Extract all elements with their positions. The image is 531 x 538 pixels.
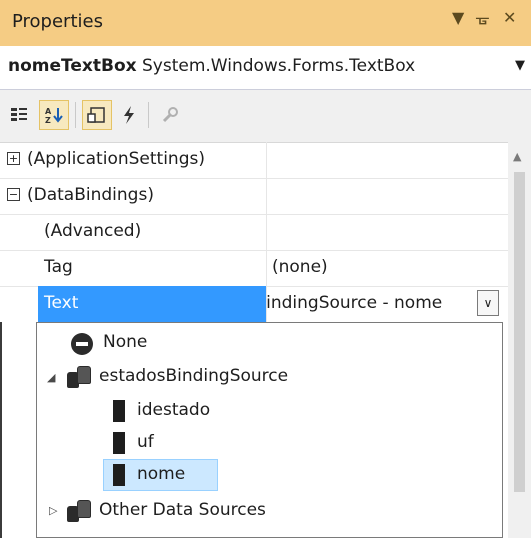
field-icon: [113, 432, 125, 454]
property-grid: + (ApplicationSettings) − (DataBindings)…: [0, 142, 508, 322]
svg-text:Z: Z: [45, 116, 51, 125]
property-value[interactable]: (none): [272, 257, 328, 277]
svg-text:A: A: [45, 107, 52, 116]
field-icon: [113, 464, 125, 486]
chevron-down-icon[interactable]: ▼: [515, 58, 525, 73]
scroll-thumb[interactable]: [514, 172, 525, 492]
tree-item-label: idestado: [137, 400, 211, 420]
datasource-icon: [67, 366, 91, 388]
categorized-icon[interactable]: [4, 100, 34, 130]
tree-item-uf[interactable]: uf: [37, 427, 497, 459]
property-row-tag[interactable]: Tag (none): [0, 250, 508, 287]
scroll-up-icon[interactable]: ▲: [513, 150, 521, 163]
panel-title: Properties: [12, 11, 103, 32]
property-row-applicationsettings[interactable]: + (ApplicationSettings): [0, 142, 508, 179]
property-row-advanced[interactable]: (Advanced): [0, 214, 508, 251]
property-name: (ApplicationSettings): [27, 149, 205, 169]
close-icon[interactable]: ✕: [503, 8, 516, 27]
datasource-icon: [67, 500, 91, 522]
field-icon: [113, 400, 125, 422]
property-pages-icon[interactable]: [155, 100, 185, 130]
vertical-scrollbar[interactable]: ▲: [508, 142, 531, 538]
properties-toolbar: AZ: [0, 90, 531, 143]
properties-titlebar: Properties ▼ ᚗ ✕: [0, 0, 531, 46]
grid-left-border: [0, 322, 2, 538]
object-type: System.Windows.Forms.TextBox: [142, 56, 416, 76]
property-name: Tag: [44, 257, 73, 277]
collapsed-triangle-icon[interactable]: ▷: [49, 504, 57, 517]
column-divider[interactable]: [266, 142, 267, 322]
tree-item-label: None: [103, 332, 148, 352]
tree-item-other-data-sources[interactable]: ▷ Other Data Sources: [37, 495, 497, 527]
object-selector[interactable]: nomeTextBox System.Windows.Forms.TextBox…: [0, 46, 531, 90]
tree-item-estadosbindingsource[interactable]: ◢ estadosBindingSource: [37, 361, 497, 393]
tree-item-label: uf: [137, 432, 154, 452]
tree-item-label: Other Data Sources: [99, 500, 266, 520]
property-value-field[interactable]: estadosBindingSource - nome: [266, 286, 499, 322]
none-icon: [71, 333, 93, 355]
window-position-dropdown-icon[interactable]: ▼: [452, 8, 464, 27]
value-dropdown-button[interactable]: ∨: [477, 290, 499, 316]
properties-icon[interactable]: [82, 100, 112, 130]
binding-dropdown-tree: None ◢ estadosBindingSource idestado uf …: [36, 322, 503, 538]
toolbar-separator: [75, 102, 76, 128]
tree-item-nome[interactable]: nome: [37, 459, 497, 491]
expand-icon[interactable]: +: [7, 152, 20, 165]
object-name: nomeTextBox: [8, 56, 137, 76]
property-name: Text: [44, 293, 79, 313]
collapse-icon[interactable]: −: [7, 188, 20, 201]
object-selector-text: nomeTextBox System.Windows.Forms.TextBox: [8, 56, 415, 76]
chevron-down-icon: ∨: [483, 296, 493, 310]
property-name: (Advanced): [44, 221, 142, 241]
events-icon[interactable]: [114, 100, 144, 130]
tree-item-label: estadosBindingSource: [99, 366, 289, 386]
auto-hide-pin-icon[interactable]: ᚗ: [476, 8, 489, 27]
property-value: estadosBindingSource - nome: [266, 293, 443, 313]
expanded-triangle-icon[interactable]: ◢: [47, 371, 55, 384]
property-row-text[interactable]: Text estadosBindingSource - nome ∨: [0, 286, 508, 322]
property-row-databindings[interactable]: − (DataBindings): [0, 178, 508, 215]
property-name: (DataBindings): [27, 185, 154, 205]
tree-item-label: nome: [137, 464, 186, 484]
alphabetical-icon[interactable]: AZ: [39, 100, 69, 130]
toolbar-separator: [148, 102, 149, 128]
tree-item-none[interactable]: None: [37, 327, 497, 359]
tree-item-idestado[interactable]: idestado: [37, 395, 497, 427]
